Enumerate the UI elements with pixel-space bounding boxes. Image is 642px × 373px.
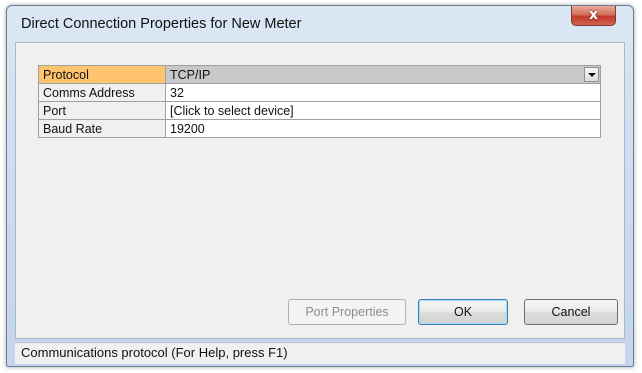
title-bar[interactable]: Direct Connection Properties for New Met… xyxy=(7,6,633,42)
status-bar: Communications protocol (For Help, press… xyxy=(15,342,625,364)
property-row-protocol[interactable]: Protocol TCP/IP xyxy=(38,65,601,84)
property-label: Protocol xyxy=(38,65,166,84)
port-properties-button[interactable]: Port Properties xyxy=(288,299,406,325)
protocol-dropdown[interactable]: TCP/IP xyxy=(165,65,601,84)
close-icon: x xyxy=(588,7,599,23)
property-value[interactable]: [Click to select device] xyxy=(165,101,601,120)
property-row-port[interactable]: Port [Click to select device] xyxy=(38,101,601,120)
property-grid: Protocol TCP/IP Comms Address 32 Port [C… xyxy=(38,65,601,138)
property-value[interactable]: 19200 xyxy=(165,119,601,138)
close-button[interactable]: x xyxy=(571,6,616,26)
ok-button[interactable]: OK xyxy=(418,299,508,325)
property-label: Port xyxy=(38,101,166,120)
property-label: Baud Rate xyxy=(38,119,166,138)
dialog-window: Direct Connection Properties for New Met… xyxy=(6,5,634,367)
chevron-down-icon[interactable] xyxy=(584,67,599,82)
window-title: Direct Connection Properties for New Met… xyxy=(21,16,302,32)
property-value[interactable]: 32 xyxy=(165,83,601,102)
cancel-button[interactable]: Cancel xyxy=(524,299,618,325)
property-value: TCP/IP xyxy=(170,67,211,82)
dialog-client-area: Protocol TCP/IP Comms Address 32 Port [C… xyxy=(15,42,625,339)
property-row-baud-rate[interactable]: Baud Rate 19200 xyxy=(38,119,601,138)
property-row-comms-address[interactable]: Comms Address 32 xyxy=(38,83,601,102)
property-label: Comms Address xyxy=(38,83,166,102)
